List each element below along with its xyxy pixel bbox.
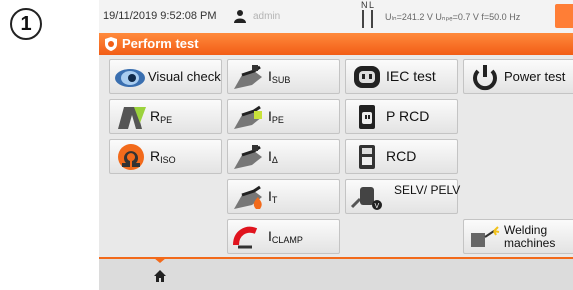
ipe-label: IPE bbox=[268, 108, 284, 125]
visual-check-button[interactable]: Visual check bbox=[109, 59, 222, 94]
ipe-button[interactable]: IPE bbox=[227, 99, 340, 134]
home-button[interactable] bbox=[137, 258, 183, 290]
user-name: admin bbox=[253, 11, 281, 22]
welding-machines-button[interactable]: Welding machines bbox=[463, 219, 573, 254]
status-bar: 19/11/2019 9:52:08 PM admin N L Uₗₙ=241.… bbox=[99, 0, 573, 33]
phase-n-label: N bbox=[361, 0, 368, 10]
p-rcd-button[interactable]: P RCD bbox=[345, 99, 458, 134]
plug-icon bbox=[234, 105, 262, 129]
power-test-label: Power test bbox=[504, 69, 566, 84]
idelta-label: IΔ bbox=[268, 148, 278, 165]
power-test-button[interactable]: Power test bbox=[463, 59, 573, 94]
rpe-button[interactable]: RPE bbox=[109, 99, 222, 134]
it-button[interactable]: IT bbox=[227, 179, 340, 214]
page-title: Perform test bbox=[122, 36, 199, 51]
visual-check-label: Visual check bbox=[148, 69, 221, 84]
battery-icon bbox=[555, 4, 573, 28]
it-label: IT bbox=[268, 188, 278, 205]
p-rcd-label: P RCD bbox=[386, 108, 430, 124]
rcd-icon bbox=[359, 145, 375, 169]
live-line-icon bbox=[371, 10, 373, 28]
status-datetime: 19/11/2019 9:52:08 PM bbox=[103, 10, 217, 22]
idelta-button[interactable]: IΔ bbox=[227, 139, 340, 174]
test-grid: Visual check ISUB IEC test Power test RP… bbox=[109, 59, 573, 255]
insulation-icon bbox=[118, 144, 144, 170]
isub-button[interactable]: ISUB bbox=[227, 59, 340, 94]
rpe-label: RPE bbox=[150, 108, 173, 125]
instrument-screen: 19/11/2019 9:52:08 PM admin N L Uₗₙ=241.… bbox=[99, 0, 573, 290]
iec-test-button[interactable]: IEC test bbox=[345, 59, 458, 94]
title-bar: Perform test bbox=[99, 33, 573, 55]
shield-icon bbox=[105, 37, 117, 51]
neutral-line-icon bbox=[362, 10, 364, 28]
iclamp-button[interactable]: ICLAMP bbox=[227, 219, 340, 254]
rcd-button[interactable]: RCD bbox=[345, 139, 458, 174]
welding-icon bbox=[471, 226, 500, 247]
bottom-nav-bar bbox=[99, 257, 573, 290]
adapter-icon: V bbox=[350, 187, 382, 210]
selv-pelv-button[interactable]: V SELV/ PELV bbox=[345, 179, 460, 214]
home-icon bbox=[154, 270, 166, 282]
socket-icon bbox=[354, 66, 380, 88]
riso-label: RISO bbox=[150, 148, 176, 165]
eye-icon bbox=[115, 69, 145, 87]
iec-test-label: IEC test bbox=[386, 68, 436, 84]
plug-icon bbox=[234, 145, 262, 169]
phase-l-label: L bbox=[369, 0, 375, 10]
step-number-badge: 1 bbox=[10, 8, 42, 40]
voltage-readout: Uₗₙ=241.2 V Uₙₚₑ=0.7 V f=50.0 Hz bbox=[385, 12, 521, 22]
welding-machines-label: Welding machines bbox=[504, 223, 556, 250]
plug-icon bbox=[234, 65, 262, 89]
current-clamp-icon bbox=[233, 226, 258, 249]
resistance-icon bbox=[118, 107, 146, 129]
svg-text:V: V bbox=[375, 203, 380, 210]
riso-button[interactable]: RISO bbox=[109, 139, 222, 174]
rcd-label: RCD bbox=[386, 148, 417, 164]
plug-icon bbox=[234, 185, 262, 209]
iclamp-label: ICLAMP bbox=[268, 228, 303, 245]
user-icon bbox=[234, 10, 246, 23]
portable-rcd-icon bbox=[359, 105, 375, 129]
isub-label: ISUB bbox=[268, 68, 291, 85]
power-icon bbox=[473, 65, 497, 91]
selv-pelv-label: SELV/ PELV bbox=[394, 183, 461, 197]
